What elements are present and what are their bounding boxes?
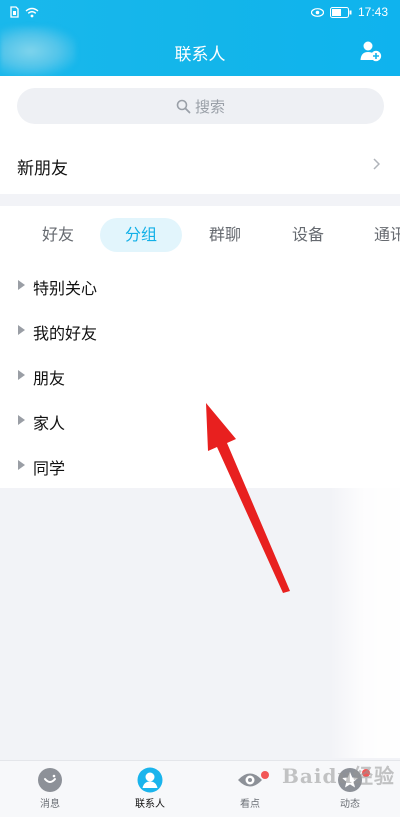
new-friends-label: 新朋友 [17, 159, 68, 179]
expand-arrow-icon [18, 460, 25, 470]
nav-label: 看点 [240, 799, 260, 810]
tab-groups[interactable]: 分组 [100, 218, 182, 252]
search-section: 搜索 [0, 76, 400, 134]
watermark: Baidu经验 [282, 764, 395, 788]
chevron-right-icon [373, 158, 380, 170]
add-contact-icon[interactable] [360, 40, 382, 62]
search-input[interactable]: 搜索 [17, 88, 384, 124]
new-friends-row[interactable]: 新朋友 [0, 134, 400, 194]
expand-arrow-icon [18, 280, 25, 290]
group-label: 家人 [33, 414, 66, 433]
eye-care-icon [310, 7, 324, 17]
group-label: 我的好友 [33, 324, 98, 343]
header-bar: 17:43 联系人 [0, 0, 400, 76]
group-label: 朋友 [33, 369, 66, 388]
tab-devices[interactable]: 设备 [278, 218, 338, 252]
search-placeholder: 搜索 [194, 97, 225, 116]
search-icon [176, 99, 191, 113]
nav-watch[interactable]: 看点 [215, 767, 285, 810]
right-edge-highlight [330, 268, 400, 758]
nav-contacts[interactable]: 联系人 [115, 767, 185, 810]
tab-contacts-directory[interactable]: 通讯 [362, 218, 400, 252]
wifi-icon [25, 7, 39, 17]
tab-group-chats[interactable]: 群聊 [195, 218, 255, 252]
nav-label: 消息 [40, 799, 60, 810]
nav-label: 联系人 [135, 799, 165, 810]
expand-arrow-icon [18, 370, 25, 380]
contacts-icon [137, 767, 163, 793]
expand-arrow-icon [18, 325, 25, 335]
group-label: 同学 [33, 459, 66, 478]
contact-tabs: 好友 分组 群聊 设备 通讯 [0, 218, 400, 252]
status-time: 17:43 [357, 5, 388, 19]
eye-icon [238, 773, 262, 787]
expand-arrow-icon [18, 415, 25, 425]
badge-dot [261, 771, 269, 779]
nav-label: 动态 [340, 799, 360, 810]
message-icon [38, 768, 62, 792]
nav-messages[interactable]: 消息 [15, 767, 85, 810]
battery-icon [329, 6, 352, 18]
sim-icon [10, 6, 19, 18]
page-title: 联系人 [174, 45, 226, 65]
status-bar: 17:43 [0, 0, 400, 26]
group-label: 特别关心 [33, 279, 98, 298]
tab-friends[interactable]: 好友 [28, 218, 88, 252]
annotation-arrow-icon [206, 403, 290, 593]
